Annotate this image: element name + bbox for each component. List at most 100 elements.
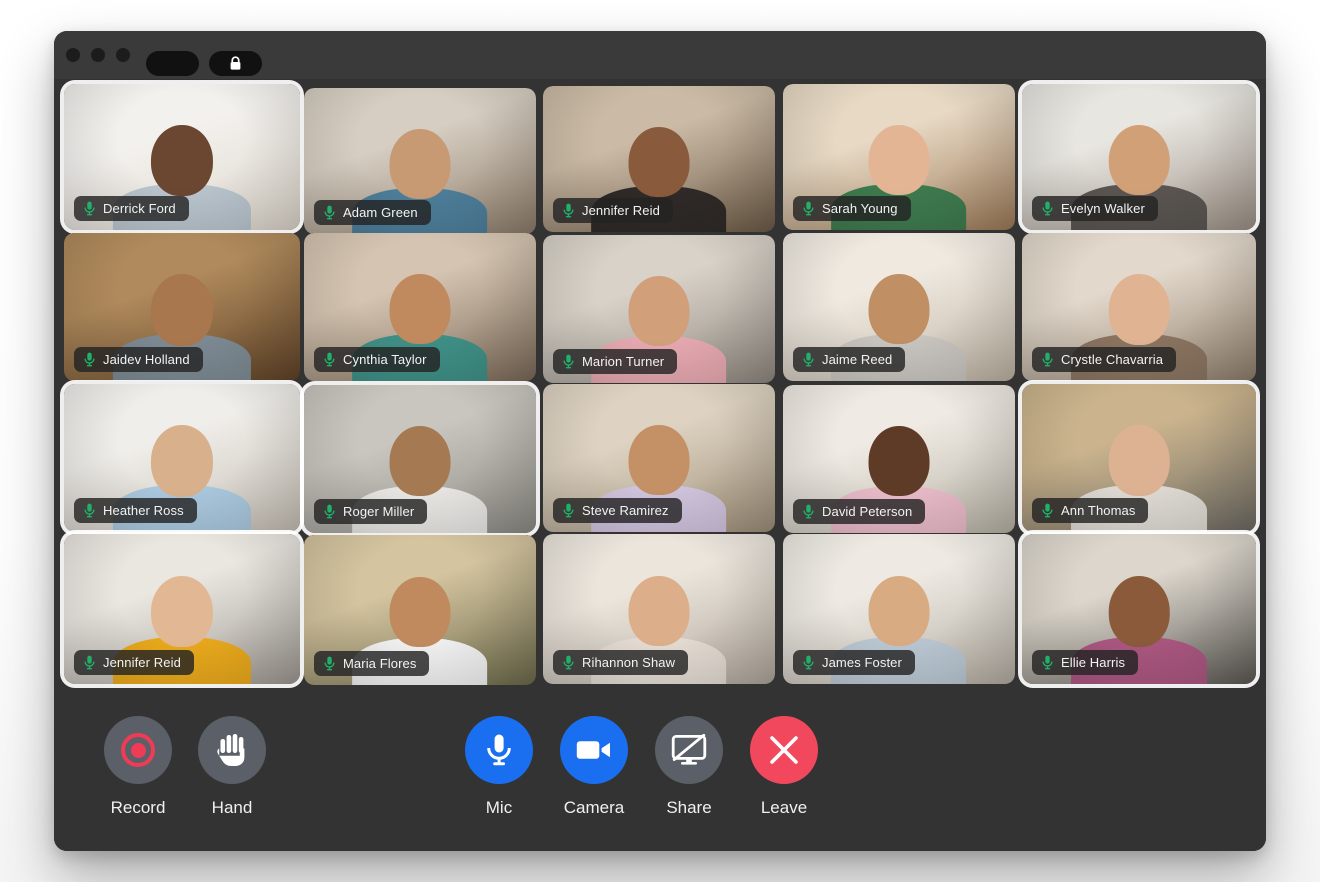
avatar-head xyxy=(1108,425,1170,496)
window-titlebar xyxy=(54,31,1266,79)
participant-name-label: Heather Ross xyxy=(103,503,184,518)
minimize-window-button[interactable] xyxy=(91,48,105,62)
avatar-head xyxy=(389,128,451,199)
participant-tile[interactable]: Heather Ross xyxy=(64,384,300,532)
share-button-circle[interactable] xyxy=(655,716,723,784)
participant-tile[interactable]: Roger Miller xyxy=(304,385,536,533)
microphone-icon xyxy=(803,655,814,670)
leave-button[interactable]: Leave xyxy=(750,716,818,816)
avatar-head xyxy=(868,426,930,497)
avatar-head xyxy=(389,577,451,647)
record-button-circle[interactable] xyxy=(104,716,172,784)
participant-tile[interactable]: Jennifer Reid xyxy=(64,534,300,684)
meeting-window: Derrick Ford Adam Green Jennifer Reid Sa… xyxy=(54,31,1266,851)
participant-tile[interactable]: Crystle Chavarria xyxy=(1022,233,1256,381)
avatar-head xyxy=(628,126,690,197)
participant-name-label: Derrick Ford xyxy=(103,201,176,216)
meeting-control-bar: Record Hand Mic Camera Share Leave xyxy=(54,694,1266,851)
control-group-left: Record Hand xyxy=(104,716,266,816)
microphone-icon xyxy=(803,504,814,519)
participant-tile[interactable]: Marion Turner xyxy=(543,235,775,383)
record-button-label: Record xyxy=(110,798,166,817)
participant-name-label: Crystle Chavarria xyxy=(1061,352,1164,367)
participant-name-badge: Cynthia Taylor xyxy=(314,347,440,372)
leave-button-circle[interactable] xyxy=(750,716,818,784)
screenshot-stage: Derrick Ford Adam Green Jennifer Reid Sa… xyxy=(0,0,1320,882)
camera-icon xyxy=(576,741,610,759)
participant-tile[interactable]: Jennifer Reid xyxy=(543,86,775,232)
participant-tile[interactable]: Jaime Reed xyxy=(783,233,1015,381)
raise-hand-icon xyxy=(217,734,245,766)
participant-name-label: Rihannon Shaw xyxy=(582,655,676,670)
participant-name-label: Jaime Reed xyxy=(822,352,893,367)
close-window-button[interactable] xyxy=(66,48,80,62)
record-button[interactable]: Record xyxy=(104,716,172,816)
participant-tile[interactable]: Adam Green xyxy=(304,88,536,234)
participant-tile[interactable]: Sarah Young xyxy=(783,84,1015,230)
participant-name-label: Cynthia Taylor xyxy=(343,352,427,367)
titlebar-lock-pill[interactable] xyxy=(209,51,262,76)
participant-tile[interactable]: Maria Flores xyxy=(304,535,536,685)
share-button-label: Share xyxy=(666,798,712,817)
participant-name-badge: Jennifer Reid xyxy=(553,198,673,223)
participant-tile[interactable]: Steve Ramirez xyxy=(543,384,775,532)
microphone-icon xyxy=(84,352,95,367)
participant-tile[interactable]: Jaidev Holland xyxy=(64,233,300,381)
participant-name-badge: Roger Miller xyxy=(314,499,428,524)
avatar-head xyxy=(151,576,213,648)
camera-button-circle[interactable] xyxy=(560,716,628,784)
avatar-head xyxy=(151,124,213,197)
participant-tile[interactable]: David Peterson xyxy=(783,385,1015,533)
record-icon xyxy=(121,733,155,767)
microphone-icon xyxy=(1042,503,1053,518)
participant-name-label: Jennifer Reid xyxy=(582,203,660,218)
microphone-icon xyxy=(563,354,574,369)
participant-name-label: Ellie Harris xyxy=(1061,655,1126,670)
hand-button[interactable]: Hand xyxy=(198,716,266,816)
camera-button[interactable]: Camera xyxy=(560,716,628,816)
mic-button-label: Mic xyxy=(485,798,513,817)
titlebar-tab-pill[interactable] xyxy=(146,51,199,76)
participant-name-label: Ann Thomas xyxy=(1061,503,1136,518)
avatar-head xyxy=(1108,274,1170,345)
participant-name-label: Sarah Young xyxy=(822,201,898,216)
avatar-head xyxy=(628,425,690,496)
participant-name-badge: Derrick Ford xyxy=(74,196,189,221)
microphone-icon xyxy=(563,503,574,518)
participant-name-label: Jennifer Reid xyxy=(103,655,181,670)
microphone-icon xyxy=(324,205,335,220)
avatar-head xyxy=(1108,576,1170,647)
hand-button-circle[interactable] xyxy=(198,716,266,784)
participant-tile[interactable]: Evelyn Walker xyxy=(1022,84,1256,230)
participant-name-badge: Ann Thomas xyxy=(1032,498,1149,523)
avatar-head xyxy=(151,425,213,497)
microphone-icon xyxy=(324,504,335,519)
participant-name-badge: Steve Ramirez xyxy=(553,498,682,523)
participant-tile[interactable]: Rihannon Shaw xyxy=(543,534,775,684)
participant-tile[interactable]: Cynthia Taylor xyxy=(304,233,536,381)
participant-tile[interactable]: Ann Thomas xyxy=(1022,384,1256,532)
share-button[interactable]: Share xyxy=(655,716,723,816)
participant-name-badge: Heather Ross xyxy=(74,498,197,523)
participant-tile[interactable]: Derrick Ford xyxy=(64,84,300,230)
participant-name-label: Marion Turner xyxy=(582,354,665,369)
participant-name-label: Steve Ramirez xyxy=(582,503,669,518)
mic-button-circle[interactable] xyxy=(465,716,533,784)
microphone-icon xyxy=(1042,352,1053,367)
participant-name-label: Evelyn Walker xyxy=(1061,201,1145,216)
microphone-icon xyxy=(563,203,574,218)
participant-tile[interactable]: James Foster xyxy=(783,534,1015,684)
participant-name-badge: Ellie Harris xyxy=(1032,650,1139,675)
participant-name-badge: Jaime Reed xyxy=(793,347,906,372)
mic-button[interactable]: Mic xyxy=(465,716,533,816)
participant-grid: Derrick Ford Adam Green Jennifer Reid Sa… xyxy=(54,79,1266,694)
participant-tile[interactable]: Ellie Harris xyxy=(1022,534,1256,684)
avatar-head xyxy=(868,576,930,646)
microphone-icon xyxy=(1042,655,1053,670)
maximize-window-button[interactable] xyxy=(116,48,130,62)
camera-button-label: Camera xyxy=(563,798,625,817)
close-x-icon xyxy=(770,736,798,764)
participant-name-badge: Rihannon Shaw xyxy=(553,650,689,675)
participant-name-label: Maria Flores xyxy=(343,656,417,671)
participant-name-label: Roger Miller xyxy=(343,504,415,519)
